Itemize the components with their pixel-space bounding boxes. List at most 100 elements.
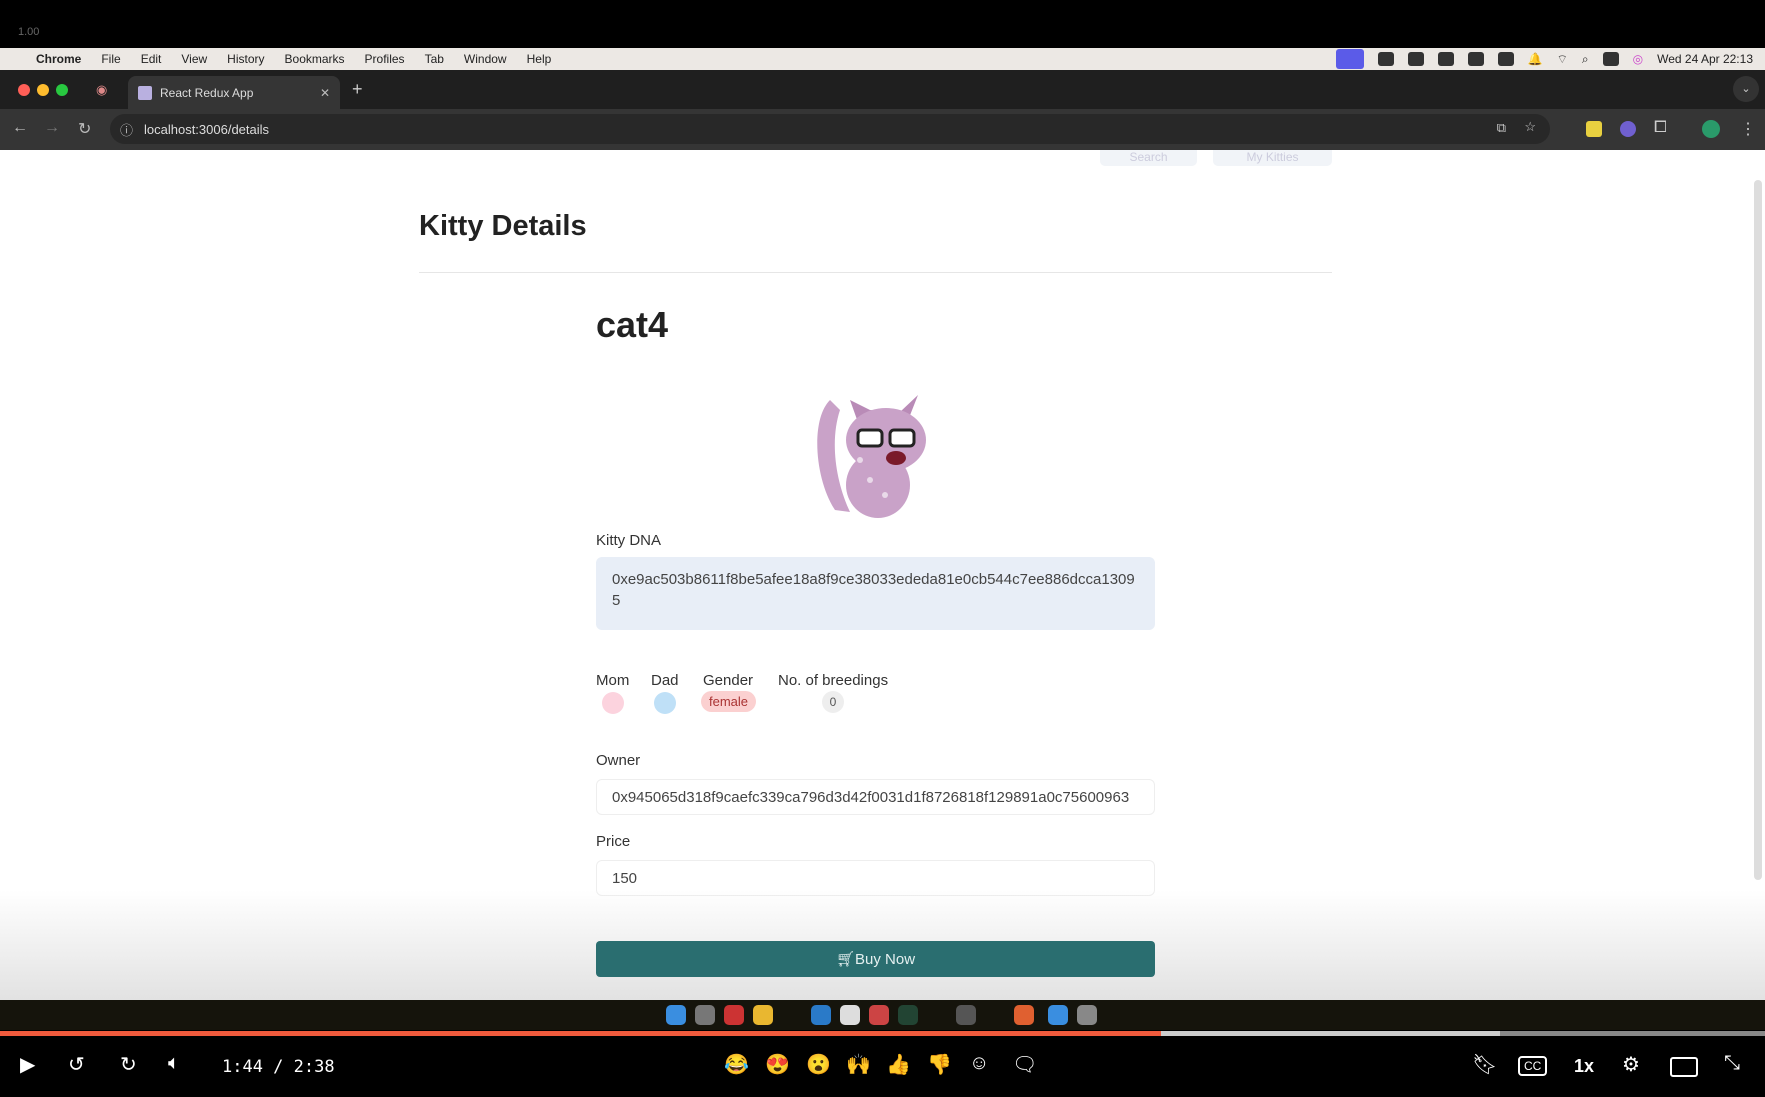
rewind-5-icon[interactable]: ↺ — [68, 1052, 85, 1077]
menu-tab[interactable]: Tab — [425, 52, 444, 66]
nav-my-kitties-button[interactable]: My Kitties — [1213, 150, 1332, 166]
new-tab-button[interactable]: + — [352, 79, 363, 100]
terminal-icon[interactable] — [898, 1005, 918, 1025]
page-viewport: Search My Kitties Kitty Details cat4 Kit… — [0, 150, 1765, 1000]
menu-window[interactable]: Window — [464, 52, 507, 66]
extension-icon[interactable] — [1620, 121, 1636, 137]
site-info-icon[interactable]: ⓘ — [120, 120, 133, 139]
breedings-count-badge: 0 — [822, 691, 844, 713]
close-tab-icon[interactable]: ✕ — [320, 86, 330, 100]
dna-textarea[interactable]: 0xe9ac503b8611f8be5afee18a8f9ce38033eded… — [596, 557, 1155, 630]
install-icon[interactable]: ⧉ — [1497, 120, 1506, 136]
macos-dock — [0, 1000, 1765, 1030]
menu-history[interactable]: History — [227, 52, 264, 66]
add-reaction-icon[interactable]: ☺ — [969, 1052, 989, 1075]
exit-fullscreen-icon[interactable]: ⤡ — [1724, 1052, 1740, 1075]
notion-icon[interactable] — [840, 1005, 860, 1025]
buy-now-label: Buy Now — [855, 950, 916, 968]
calendar-icon[interactable] — [1437, 52, 1454, 66]
volume-icon[interactable]: 🔈︎ — [168, 1052, 180, 1075]
finder-icon[interactable] — [666, 1005, 686, 1025]
comment-icon[interactable]: 🗨︎ — [1012, 1052, 1037, 1077]
page-title: Kitty Details — [419, 210, 587, 242]
mom-label: Mom — [596, 672, 630, 689]
favicon-icon — [138, 85, 152, 100]
reload-icon[interactable]: ↻ — [78, 119, 91, 139]
menu-view[interactable]: View — [181, 52, 207, 66]
buy-now-button[interactable]: 🛒︎ Buy Now — [596, 941, 1155, 977]
bell-icon[interactable]: 🔔 — [1528, 52, 1543, 66]
app-icon[interactable] — [956, 1005, 976, 1025]
dad-color-swatch — [654, 692, 676, 714]
menu-edit[interactable]: Edit — [141, 52, 162, 66]
menu-file[interactable]: File — [101, 52, 120, 66]
picture-in-picture-icon[interactable] — [1670, 1057, 1698, 1077]
reaction-praise-icon[interactable]: 🙌 — [846, 1052, 871, 1077]
status-app-icon[interactable] — [1467, 52, 1484, 66]
profile-avatar[interactable] — [1702, 120, 1720, 138]
url-text[interactable]: localhost:3006/details — [144, 122, 269, 137]
speed-readout: 1.00 — [18, 26, 40, 38]
bookmark-star-icon[interactable]: ☆ — [1524, 119, 1536, 135]
screen-share-icon[interactable] — [1335, 49, 1364, 69]
app-icon[interactable] — [1014, 1005, 1034, 1025]
scrollbar[interactable] — [1754, 180, 1762, 880]
dad-label: Dad — [651, 672, 679, 689]
breedings-label: No. of breedings — [778, 672, 889, 689]
gender-badge: female — [701, 691, 757, 712]
address-bar[interactable]: ⓘ localhost:3006/details ⧉ ☆ — [110, 114, 1550, 144]
kitty-image — [817, 395, 926, 518]
extensions-puzzle-icon[interactable]: ⧠ — [1654, 119, 1667, 137]
search-icon[interactable]: ⌕ — [1582, 52, 1589, 67]
price-label: Price — [596, 833, 631, 850]
record-icon[interactable]: ◉ — [96, 82, 107, 98]
video-progress-bar[interactable] — [0, 1031, 1765, 1036]
nav-search-button[interactable]: Search — [1100, 150, 1197, 166]
vscode-icon[interactable] — [811, 1005, 831, 1025]
captions-button[interactable]: CC — [1518, 1056, 1548, 1076]
forward-icon[interactable]: → — [44, 119, 60, 137]
bookmark-icon[interactable]: 🔖︎ — [1472, 1052, 1497, 1077]
tab-search-chevron-icon[interactable]: ⌄ — [1733, 76, 1759, 102]
menu-bookmarks[interactable]: Bookmarks — [285, 52, 345, 66]
maximize-window-button[interactable] — [56, 84, 68, 96]
wifi-icon[interactable]: ⌔ — [1557, 52, 1568, 67]
mom-color-swatch — [602, 692, 624, 714]
reaction-thumbs-down-icon[interactable]: 👎 — [927, 1052, 952, 1077]
tab-bar: ◉ React Redux App ✕ + ⌄ — [0, 70, 1765, 109]
reaction-laugh-icon[interactable]: 😂 — [724, 1052, 749, 1077]
vivaldi-icon[interactable] — [724, 1005, 744, 1025]
status-app-icon[interactable] — [1497, 52, 1514, 66]
status-app-icon[interactable] — [1377, 52, 1394, 66]
reaction-wow-icon[interactable]: 😮 — [806, 1052, 831, 1077]
launchpad-icon[interactable] — [695, 1005, 715, 1025]
kitty-name: cat4 — [596, 304, 669, 345]
siri-icon[interactable]: ◎ — [1633, 52, 1643, 66]
playback-speed-button[interactable]: 1x — [1574, 1056, 1594, 1077]
app-icon[interactable] — [869, 1005, 889, 1025]
trash-icon[interactable] — [1077, 1005, 1097, 1025]
menu-profiles[interactable]: Profiles — [365, 52, 405, 66]
back-icon[interactable]: ← — [12, 119, 28, 137]
more-menu-icon[interactable]: ⋮ — [1740, 119, 1756, 139]
forward-5-icon[interactable]: ↻ — [120, 1052, 137, 1077]
datetime[interactable]: Wed 24 Apr 22:13 — [1657, 52, 1753, 66]
extension-icon[interactable] — [1586, 121, 1602, 137]
settings-gear-icon[interactable]: ⚙ — [1622, 1052, 1640, 1077]
reaction-thumbs-up-icon[interactable]: 👍 — [886, 1052, 911, 1077]
folder-icon[interactable] — [1048, 1005, 1068, 1025]
control-center-icon[interactable] — [1602, 52, 1619, 66]
chrome-icon[interactable] — [753, 1005, 773, 1025]
menu-help[interactable]: Help — [527, 52, 552, 66]
menu-app[interactable]: Chrome — [36, 52, 81, 66]
tab-react-redux-app[interactable]: React Redux App ✕ — [128, 76, 340, 109]
owner-input[interactable]: 0x945065d318f9caefc339ca796d3d42f0031d1f… — [596, 779, 1155, 815]
close-window-button[interactable] — [18, 84, 30, 96]
divider — [419, 272, 1332, 273]
reaction-heart-eyes-icon[interactable]: 😍 — [765, 1052, 790, 1077]
video-controls: ▶ ↺ ↻ 🔈︎ 1:44 / 2:38 😂 😍 😮 🙌 👍 👎 ☺ 🗨︎ 🔖︎… — [0, 1040, 1765, 1097]
minimize-window-button[interactable] — [37, 84, 49, 96]
toolbar: ← → ↻ ⓘ localhost:3006/details ⧉ ☆ ⧠ ⋮ — [0, 109, 1765, 150]
play-icon[interactable]: ▶ — [20, 1052, 35, 1077]
notion-icon[interactable] — [1407, 52, 1424, 66]
